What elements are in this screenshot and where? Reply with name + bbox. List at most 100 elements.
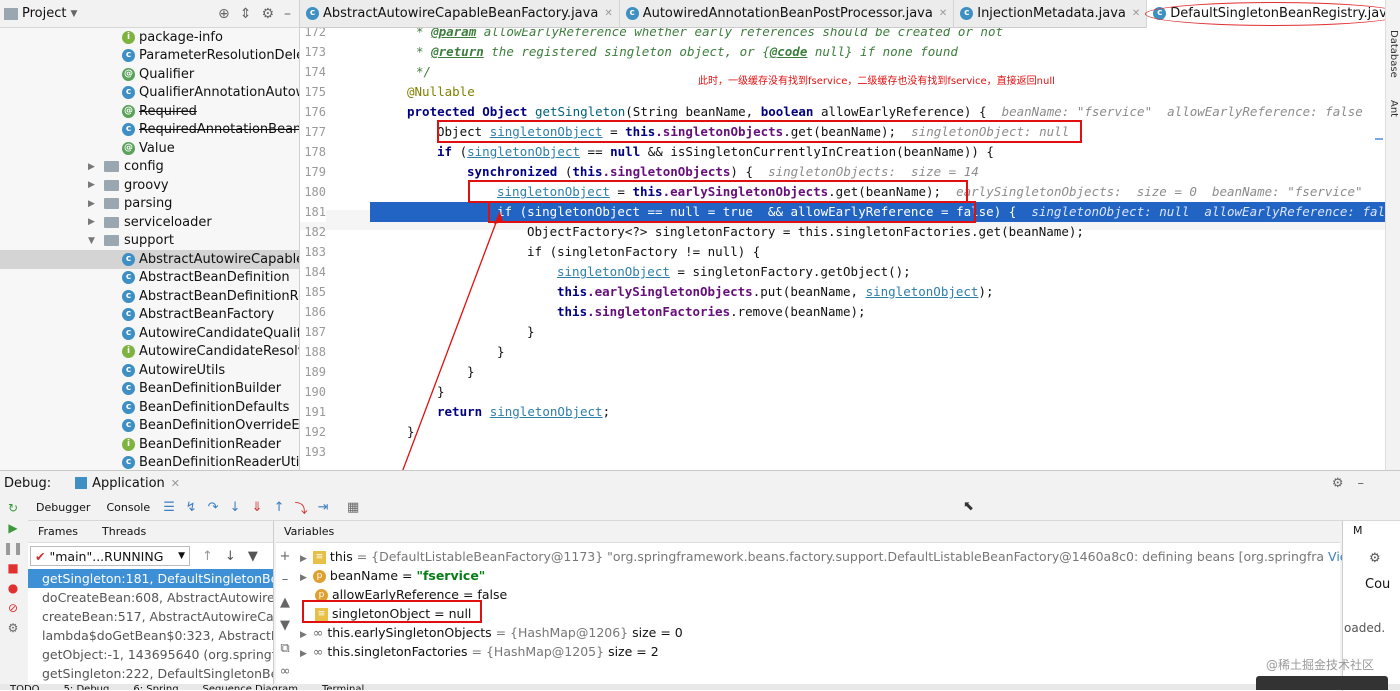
chevron-down-icon[interactable]: ▼ bbox=[88, 236, 100, 246]
tab-autowired-annotation[interactable]: c AutowiredAnnotationBeanPostProcessor.ja… bbox=[620, 0, 955, 28]
tree-item[interactable]: @ Value bbox=[0, 139, 299, 158]
tree-folder[interactable]: ▶ serviceloader bbox=[0, 213, 299, 232]
tab-abstract-autowire[interactable]: c AbstractAutowireCapableBeanFactory.java… bbox=[300, 0, 620, 28]
tree-item[interactable]: c AbstractAutowireCapableB bbox=[0, 250, 299, 269]
resume-icon[interactable]: ▶ bbox=[8, 521, 17, 535]
filter-icon[interactable]: ▼ bbox=[248, 549, 258, 564]
chevron-right-icon[interactable]: ▶ bbox=[300, 649, 307, 659]
mute-breakpoints-icon[interactable]: ⊘ bbox=[8, 601, 18, 615]
chevron-right-icon[interactable]: ▶ bbox=[88, 180, 100, 190]
close-icon[interactable]: ✕ bbox=[171, 477, 180, 490]
remove-watch-icon[interactable]: – bbox=[282, 572, 289, 587]
variable-row-early[interactable]: ▶ ∞ this.earlySingletonObjects = {HashMap@… bbox=[300, 623, 683, 642]
minimize-icon[interactable]: – bbox=[1358, 476, 1365, 491]
minimize-icon[interactable]: – bbox=[284, 6, 291, 22]
close-icon[interactable]: ✕ bbox=[939, 8, 947, 19]
tab-spring[interactable]: 6: Spring bbox=[133, 684, 178, 690]
tab-debugger[interactable]: Debugger bbox=[28, 501, 98, 514]
menu-icon[interactable]: ☰ bbox=[158, 500, 180, 515]
tree-item[interactable]: c RequiredAnnotationBeanPo bbox=[0, 121, 299, 140]
variable-row-this[interactable]: ▶ ≡ this = {DefaultListableBeanFactory@117… bbox=[300, 547, 1358, 566]
frame-row[interactable]: createBean:517, AbstractAutowireCap bbox=[28, 607, 273, 626]
tree-item[interactable]: c QualifierAnnotationAutowi bbox=[0, 84, 299, 103]
tab-debug[interactable]: 5: Debug bbox=[64, 684, 110, 690]
stop-icon[interactable]: ■ bbox=[7, 561, 18, 575]
tab-default-singleton[interactable]: cDefaultSingletonBeanRegistry.java✕ bbox=[1145, 0, 1400, 28]
code-editor[interactable]: 172 * @param allowEarlyReference whether … bbox=[300, 28, 1385, 470]
thread-dropdown[interactable]: ✔ "main"...RUNNING ▼ bbox=[30, 546, 190, 566]
tab-todo[interactable]: TODO bbox=[10, 684, 40, 690]
chevron-right-icon[interactable]: ▶ bbox=[300, 630, 307, 640]
arrow-up-icon[interactable]: ↑ bbox=[202, 549, 213, 564]
tree-item[interactable]: c BeanDefinitionReaderUtils bbox=[0, 454, 299, 470]
frame-row[interactable]: getSingleton:222, DefaultSingletonBe bbox=[28, 664, 273, 683]
chevron-right-icon[interactable]: ▶ bbox=[300, 573, 307, 583]
step-out-icon[interactable]: ↑ bbox=[268, 500, 290, 515]
gear-icon[interactable]: ⚙ bbox=[1332, 476, 1344, 491]
tree-item[interactable]: i package-info bbox=[0, 28, 299, 47]
force-step-into-icon[interactable]: ⇓ bbox=[246, 500, 268, 515]
tree-item[interactable]: c BeanDefinitionOverrideExc bbox=[0, 417, 299, 436]
arrow-up-icon[interactable]: ▲ bbox=[280, 595, 290, 610]
tree-item[interactable]: @ Qualifier bbox=[0, 65, 299, 84]
add-watch-icon[interactable]: + bbox=[280, 549, 291, 564]
run-to-cursor-icon[interactable]: ⇥ bbox=[312, 500, 334, 515]
chevron-down-icon[interactable]: ▼ bbox=[70, 9, 77, 19]
collapse-icon[interactable]: ⇕ bbox=[240, 6, 252, 22]
tree-item[interactable]: c AbstractBeanDefinitionRea bbox=[0, 287, 299, 306]
chevron-right-icon[interactable]: ▶ bbox=[300, 554, 307, 564]
settings-icon[interactable]: ⚙ bbox=[8, 621, 19, 635]
right-panel-count: Cou bbox=[1365, 577, 1391, 592]
tree-item[interactable]: c AutowireCandidateQualifie bbox=[0, 324, 299, 343]
step-into-icon[interactable]: ↓ bbox=[224, 500, 246, 515]
chevron-right-icon[interactable]: ▶ bbox=[88, 217, 100, 227]
breakpoints-icon[interactable]: ● bbox=[8, 581, 18, 595]
show-execution-point-icon[interactable]: ↯ bbox=[180, 500, 202, 515]
locate-icon[interactable]: ⊕ bbox=[218, 6, 230, 22]
rerun-icon[interactable]: ↻ bbox=[8, 501, 18, 515]
tree-folder[interactable]: ▶ parsing bbox=[0, 195, 299, 214]
frame-row[interactable]: lambda$doGetBean$0:323, AbstractB bbox=[28, 626, 273, 645]
project-title[interactable]: Project bbox=[22, 6, 66, 21]
frame-row[interactable]: doCreateBean:608, AbstractAutowireC bbox=[28, 588, 273, 607]
tree-item[interactable]: c BeanDefinitionDefaults bbox=[0, 398, 299, 417]
arrow-down-icon[interactable]: ↓ bbox=[225, 549, 236, 564]
tree-item[interactable]: i BeanDefinitionReader bbox=[0, 435, 299, 454]
ant-tab[interactable]: Ant bbox=[1388, 100, 1399, 117]
tree-item[interactable]: c AutowireUtils bbox=[0, 361, 299, 380]
tree-item[interactable]: c ParameterResolutionDeleg bbox=[0, 47, 299, 66]
frame-row[interactable]: getSingleton:181, DefaultSingletonBe bbox=[28, 569, 273, 588]
tree-item[interactable]: c BeanDefinitionBuilder bbox=[0, 380, 299, 399]
pause-icon[interactable]: ❚❚ bbox=[3, 541, 23, 555]
tree-folder[interactable]: ▶ groovy bbox=[0, 176, 299, 195]
tree-item[interactable]: c AbstractBeanDefinition bbox=[0, 269, 299, 288]
tab-injection-metadata[interactable]: c InjectionMetadata.java ✕ bbox=[954, 0, 1148, 28]
tree-item[interactable]: i AutowireCandidateResolve bbox=[0, 343, 299, 362]
gear-icon[interactable]: ⚙ bbox=[1369, 551, 1381, 566]
evaluate-icon[interactable]: ▦ bbox=[342, 500, 364, 515]
gear-icon[interactable]: ⚙ bbox=[261, 6, 274, 22]
chevron-right-icon[interactable]: ▶ bbox=[88, 199, 100, 209]
close-icon[interactable]: ✕ bbox=[1132, 8, 1140, 19]
tab-terminal[interactable]: Terminal bbox=[322, 684, 364, 690]
debug-config-tab[interactable]: Application bbox=[92, 476, 165, 491]
tree-item[interactable]: @ Required bbox=[0, 102, 299, 121]
tree-folder[interactable]: ▼ support bbox=[0, 232, 299, 251]
drop-frame-icon[interactable]: ⤵ bbox=[290, 498, 312, 517]
chevron-right-icon[interactable]: ▶ bbox=[88, 162, 100, 172]
tab-console[interactable]: Console bbox=[98, 501, 158, 514]
tab-sequence-diagram[interactable]: Sequence Diagram bbox=[203, 684, 298, 690]
watch-icon[interactable]: ∞ bbox=[280, 664, 291, 679]
tree-item[interactable]: c AbstractBeanFactory bbox=[0, 306, 299, 325]
copy-icon[interactable]: ⧉ bbox=[280, 641, 289, 656]
close-icon[interactable]: ✕ bbox=[604, 8, 612, 19]
frame-row[interactable]: getObject:-1, 143695640 (org.springf bbox=[28, 645, 273, 664]
step-over-icon[interactable]: ↷ bbox=[202, 500, 224, 515]
arrow-down-icon[interactable]: ▼ bbox=[280, 618, 290, 633]
tab-frames[interactable]: Frames bbox=[38, 525, 78, 538]
variable-row-factories[interactable]: ▶ ∞ this.singletonFactories = {HashMap@120… bbox=[300, 642, 659, 661]
tab-threads[interactable]: Threads bbox=[102, 525, 146, 538]
variable-row-beanname[interactable]: ▶ p beanName = "fservice" bbox=[300, 566, 485, 585]
database-tab[interactable]: Database bbox=[1388, 30, 1399, 78]
tree-folder[interactable]: ▶ config bbox=[0, 158, 299, 177]
